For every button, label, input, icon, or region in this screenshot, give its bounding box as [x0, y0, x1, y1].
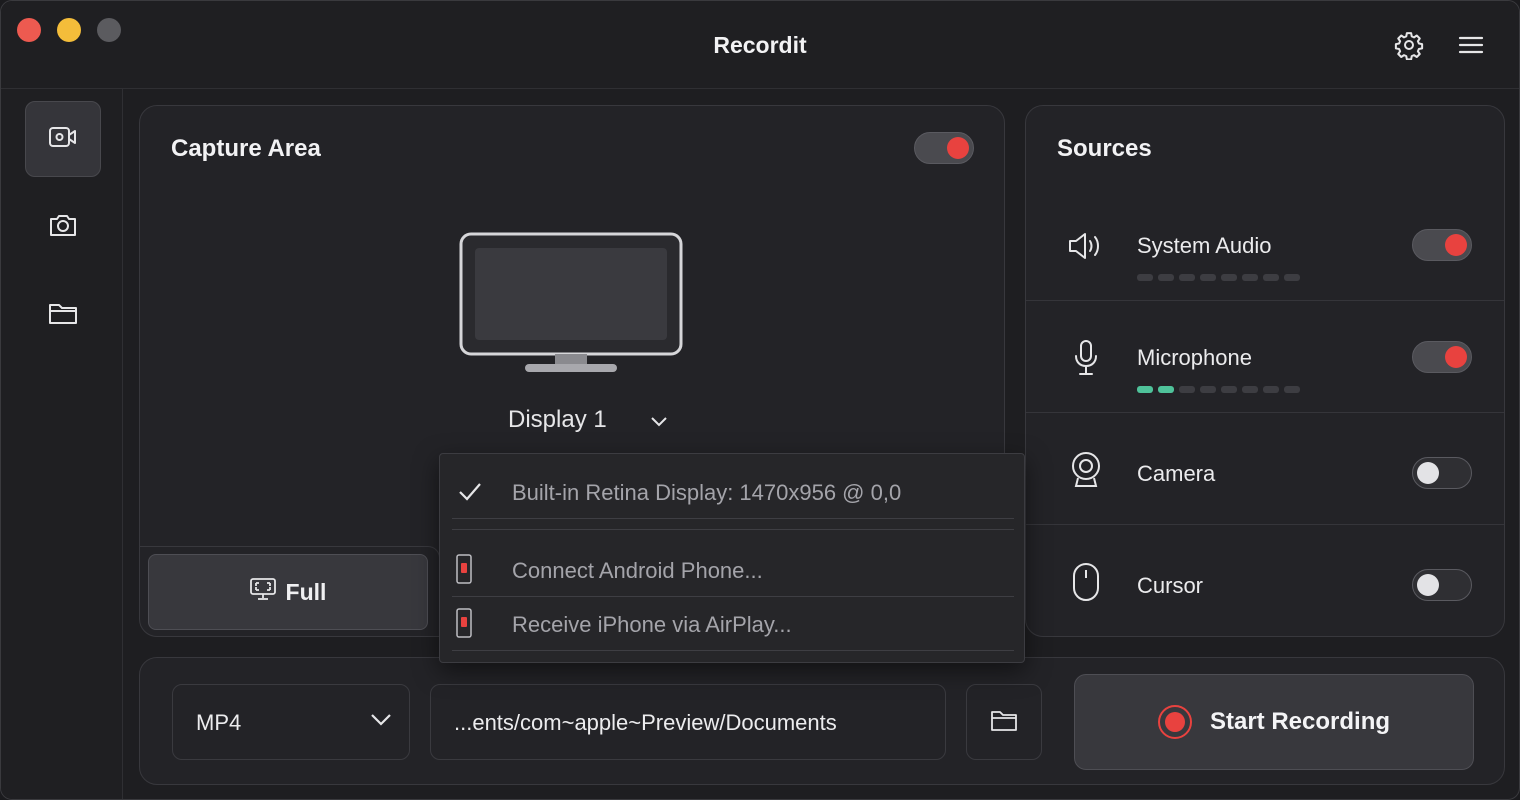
source-label: Camera	[1137, 461, 1216, 486]
sidebar	[1, 89, 123, 799]
divider	[452, 518, 1014, 519]
folder-icon	[990, 708, 1018, 737]
capture-area-title: Capture Area	[171, 135, 321, 162]
sources-panel: Sources System Audio Microphone Camera C…	[1025, 105, 1505, 637]
camera-toggle[interactable]	[1412, 457, 1472, 489]
divider	[452, 529, 1014, 530]
sidebar-item-screenshot[interactable]	[25, 189, 101, 265]
divider	[452, 650, 1014, 651]
display-select[interactable]: Display 1	[508, 406, 667, 434]
divider	[1026, 300, 1504, 301]
chevron-down-icon	[371, 713, 391, 731]
speaker-icon	[1064, 224, 1108, 268]
mouse-icon	[1064, 560, 1108, 604]
start-recording-label: Start Recording	[1209, 708, 1391, 735]
display-select-label: Display 1	[508, 406, 607, 433]
title-bar: Recordit	[1, 1, 1519, 89]
display-dropdown-menu: Built-in Retina Display: 1470x956 @ 0,0 …	[439, 453, 1025, 663]
phone-icon	[454, 554, 474, 584]
chevron-down-icon	[651, 406, 667, 434]
system-audio-toggle[interactable]	[1412, 229, 1472, 261]
output-path-field[interactable]: ...ents/com~apple~Preview/Documents	[430, 684, 946, 760]
folder-icon	[48, 300, 78, 331]
full-button-label: Full	[285, 578, 327, 605]
phone-icon	[454, 608, 474, 638]
dropdown-item-android[interactable]: Connect Android Phone...	[512, 558, 1012, 584]
capture-area-toggle[interactable]	[914, 132, 974, 164]
output-bar: MP4 ...ents/com~apple~Preview/Documents …	[139, 657, 1505, 785]
webcam-icon	[1064, 448, 1108, 492]
dropdown-item-iphone-airplay[interactable]: Receive iPhone via AirPlay...	[512, 612, 1012, 638]
format-select[interactable]: MP4	[172, 684, 410, 760]
microphone-icon	[1064, 336, 1108, 380]
source-row-system-audio: System Audio	[1026, 190, 1504, 302]
source-row-cursor: Cursor	[1026, 526, 1504, 638]
app-window: Recordit Capture Area Display 1 Full Bui…	[0, 0, 1520, 800]
window-title: Recordit	[713, 32, 807, 58]
divider	[1026, 524, 1504, 525]
record-icon	[1157, 705, 1192, 739]
format-select-value: MP4	[196, 710, 242, 735]
source-label: Cursor	[1137, 573, 1204, 598]
checkmark-icon	[458, 482, 482, 507]
source-label: System Audio	[1137, 233, 1272, 258]
dropdown-item-builtin-display[interactable]: Built-in Retina Display: 1470x956 @ 0,0	[512, 480, 1012, 506]
video-camera-icon	[48, 125, 78, 154]
sidebar-item-video[interactable]	[25, 101, 101, 177]
source-label: Microphone	[1137, 345, 1252, 370]
divider	[1026, 412, 1504, 413]
sidebar-item-files[interactable]	[25, 277, 101, 353]
cursor-toggle[interactable]	[1412, 569, 1472, 601]
divider	[452, 596, 1014, 597]
monitor-icon	[459, 232, 683, 376]
gear-icon[interactable]	[1391, 27, 1427, 63]
source-row-camera: Camera	[1026, 414, 1504, 526]
fullscreen-monitor-icon	[249, 577, 276, 607]
full-screen-button[interactable]: Full	[148, 554, 428, 630]
camera-icon	[48, 212, 78, 243]
start-recording-button[interactable]: Start Recording	[1074, 674, 1474, 770]
audio-level-meter	[1137, 274, 1300, 281]
choose-folder-button[interactable]	[966, 684, 1042, 760]
hamburger-menu-icon[interactable]	[1453, 27, 1489, 63]
sources-title: Sources	[1057, 135, 1152, 162]
microphone-level-meter	[1137, 386, 1300, 393]
source-row-microphone: Microphone	[1026, 302, 1504, 414]
microphone-toggle[interactable]	[1412, 341, 1472, 373]
output-path-value: ...ents/com~apple~Preview/Documents	[454, 710, 837, 735]
